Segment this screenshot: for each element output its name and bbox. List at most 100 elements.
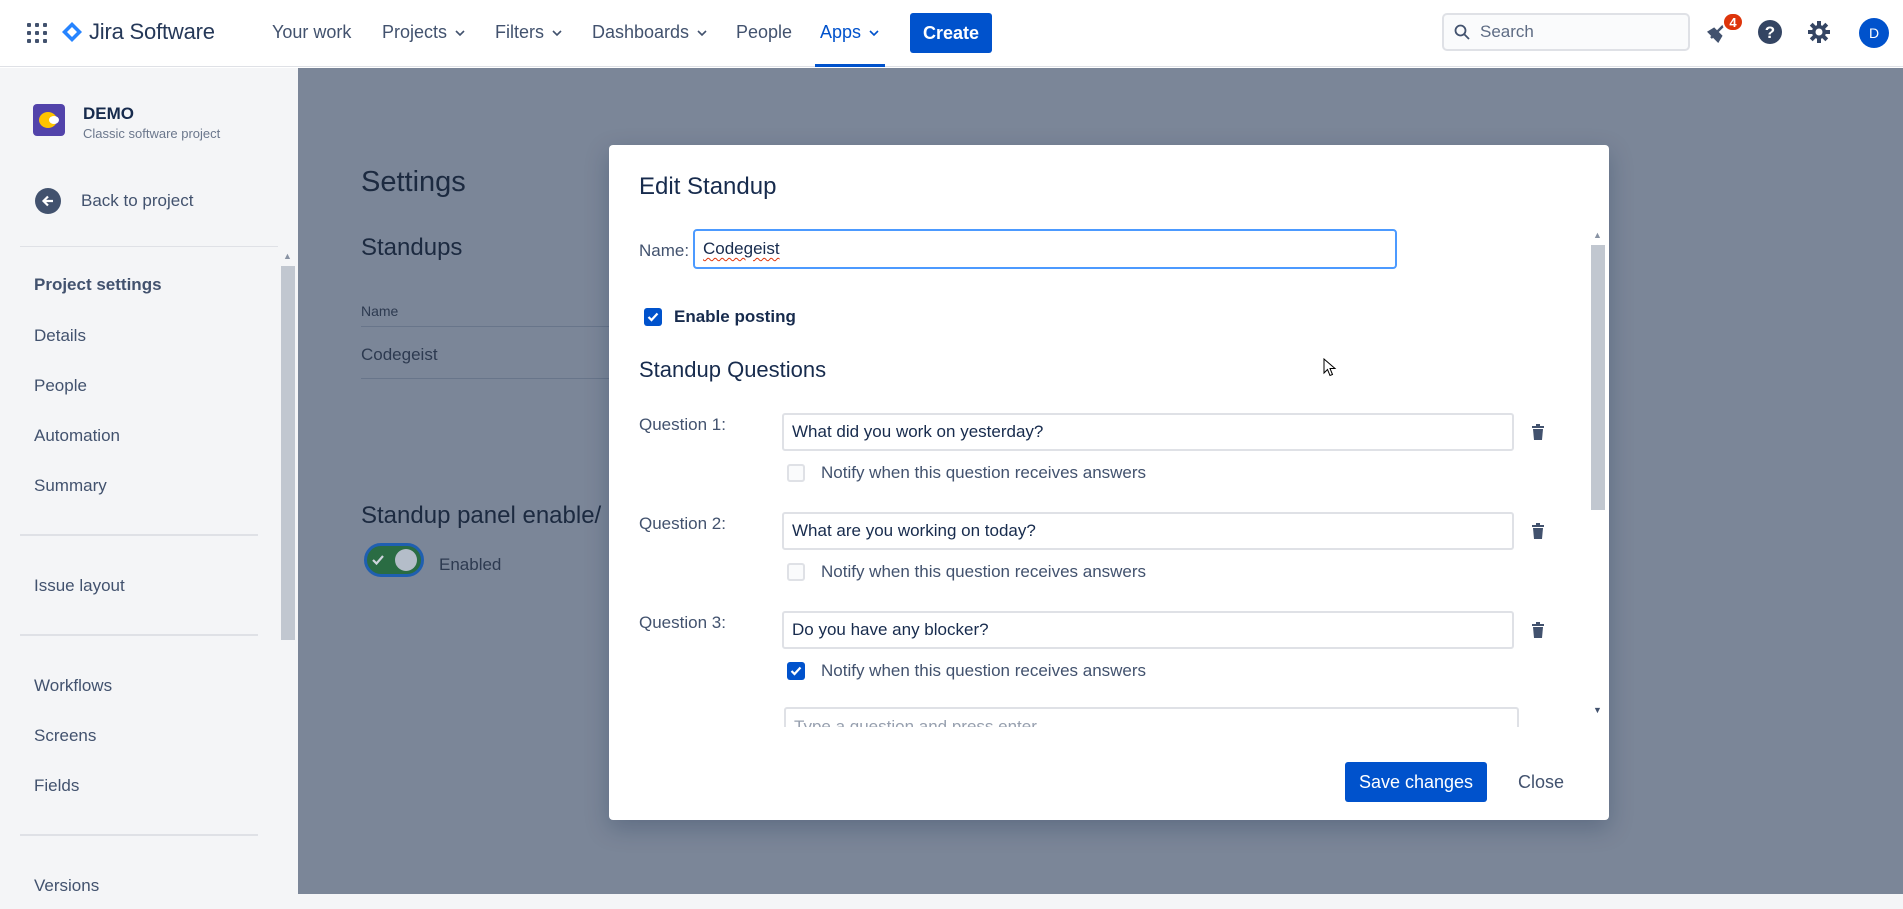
product-name: Jira Software: [89, 19, 215, 44]
sidebar-item-people[interactable]: People: [34, 376, 87, 396]
settings-gear-icon[interactable]: [1805, 18, 1833, 46]
dialog-title: Edit Standup: [639, 173, 777, 200]
question-3-input[interactable]: Do you have any blocker?: [782, 611, 1514, 649]
app-switcher-icon[interactable]: [26, 22, 48, 44]
sidebar-item-screens[interactable]: Screens: [34, 726, 96, 746]
nav-label: Your work: [272, 22, 352, 42]
table-header-name: Name: [361, 303, 399, 319]
nav-projects[interactable]: Projects: [382, 22, 465, 43]
project-avatar: [33, 104, 65, 136]
back-to-project-link[interactable]: Back to project: [35, 188, 193, 214]
search-placeholder: Search: [1480, 22, 1534, 41]
scroll-up-arrow-icon[interactable]: ▲: [283, 251, 292, 261]
question-3-notify-checkbox[interactable]: [787, 662, 805, 680]
search-icon: [1454, 24, 1470, 40]
table-row: Codegeist: [361, 345, 438, 364]
chevron-down-icon: [869, 29, 879, 36]
name-value: Codegeist: [703, 239, 780, 258]
project-sidebar: DEMO Classic software project Back to pr…: [0, 68, 298, 909]
nav-filters[interactable]: Filters: [495, 22, 562, 43]
divider: [20, 634, 258, 636]
new-question-placeholder: Type a question and press enter: [794, 717, 1037, 727]
project-name: DEMO: [83, 104, 134, 123]
user-avatar[interactable]: D: [1859, 18, 1889, 48]
question-1-notify-row[interactable]: Notify when this question receives answe…: [787, 463, 1146, 483]
question-3-notify-row[interactable]: Notify when this question receives answe…: [787, 661, 1146, 681]
svg-text:?: ?: [1765, 23, 1775, 42]
nav-label: Filters: [495, 22, 544, 42]
section-title: Standups: [361, 234, 463, 261]
divider: [361, 378, 611, 379]
notify-label: Notify when this question receives answe…: [821, 463, 1147, 482]
nav-label: Dashboards: [592, 22, 690, 42]
question-1-value: What did you work on yesterday?: [792, 422, 1044, 441]
question-1-notify-checkbox[interactable]: [787, 464, 805, 482]
chevron-down-icon: [455, 29, 465, 36]
sidebar-item-workflows[interactable]: Workflows: [34, 676, 112, 696]
sidebar-item-summary[interactable]: Summary: [34, 476, 107, 496]
notify-label: Notify when this question receives answe…: [821, 661, 1147, 680]
nav-people[interactable]: People: [736, 22, 792, 43]
standup-questions-title: Standup Questions: [639, 357, 827, 382]
new-question-input[interactable]: Type a question and press enter: [784, 707, 1519, 727]
save-changes-button[interactable]: Save changes: [1345, 762, 1487, 802]
jira-diamond-icon: [62, 22, 82, 42]
sidebar-item-fields[interactable]: Fields: [34, 776, 79, 796]
page-footer-strip: [298, 894, 1903, 909]
nav-label: Projects: [382, 22, 448, 42]
trash-icon[interactable]: [1529, 423, 1547, 441]
question-3-label: Question 3:: [639, 613, 726, 632]
question-1-input[interactable]: What did you work on yesterday?: [782, 413, 1514, 451]
notification-count-badge: 4: [1722, 12, 1744, 32]
trash-icon[interactable]: [1529, 522, 1547, 540]
sidebar-item-automation[interactable]: Automation: [34, 426, 120, 446]
chevron-down-icon: [552, 29, 562, 36]
enable-posting-row[interactable]: Enable posting: [644, 307, 796, 327]
sidebar-scrollbar-thumb[interactable]: [281, 266, 295, 640]
divider: [20, 534, 258, 536]
notify-label: Notify when this question receives answe…: [821, 562, 1147, 581]
nav-label: Apps: [820, 22, 862, 42]
divider: [361, 326, 611, 327]
chevron-down-icon: [697, 29, 707, 36]
question-3-value: Do you have any blocker?: [792, 620, 989, 639]
standup-name-input[interactable]: Codegeist: [693, 229, 1397, 269]
sidebar-item-details[interactable]: Details: [34, 326, 86, 346]
nav-dashboards[interactable]: Dashboards: [592, 22, 707, 43]
nav-your-work[interactable]: Your work: [272, 22, 351, 43]
enable-posting-checkbox[interactable]: [644, 308, 662, 326]
top-navigation: Jira Software Your work Projects Filters…: [0, 0, 1903, 67]
question-1-label: Question 1:: [639, 415, 726, 434]
mouse-cursor-icon: [1323, 358, 1337, 377]
question-2-notify-checkbox[interactable]: [787, 563, 805, 581]
scroll-down-arrow-icon[interactable]: ▼: [1593, 705, 1602, 715]
question-2-input[interactable]: What are you working on today?: [782, 512, 1514, 550]
back-label: Back to project: [81, 191, 194, 210]
arrow-left-icon: [35, 188, 61, 214]
name-label: Name:: [639, 241, 690, 260]
scroll-up-arrow-icon[interactable]: ▲: [1593, 230, 1602, 240]
project-header[interactable]: DEMO Classic software project: [33, 104, 220, 141]
divider: [20, 834, 258, 836]
sidebar-heading-project-settings: Project settings: [34, 275, 162, 294]
trash-icon[interactable]: [1529, 621, 1547, 639]
help-icon[interactable]: ?: [1756, 18, 1784, 46]
create-button[interactable]: Create: [910, 13, 992, 53]
search-input[interactable]: Search: [1442, 13, 1690, 51]
check-icon: [372, 555, 384, 566]
question-2-label: Question 2:: [639, 514, 726, 533]
nav-apps[interactable]: Apps: [820, 22, 879, 43]
question-2-value: What are you working on today?: [792, 521, 1036, 540]
sidebar-item-versions[interactable]: Versions: [34, 876, 99, 896]
jira-logo[interactable]: Jira Software: [62, 19, 215, 45]
page-title: Settings: [361, 166, 466, 198]
question-2-notify-row[interactable]: Notify when this question receives answe…: [787, 562, 1146, 582]
dialog-scrollbar-thumb[interactable]: [1591, 245, 1605, 510]
close-button[interactable]: Close: [1506, 762, 1576, 802]
check-icon: [647, 312, 659, 322]
toggle-label: Enabled: [439, 555, 502, 574]
project-type: Classic software project: [83, 126, 221, 141]
sidebar-item-issue-layout[interactable]: Issue layout: [34, 576, 125, 596]
nav-label: People: [736, 22, 793, 42]
enable-posting-label: Enable posting: [674, 307, 796, 326]
